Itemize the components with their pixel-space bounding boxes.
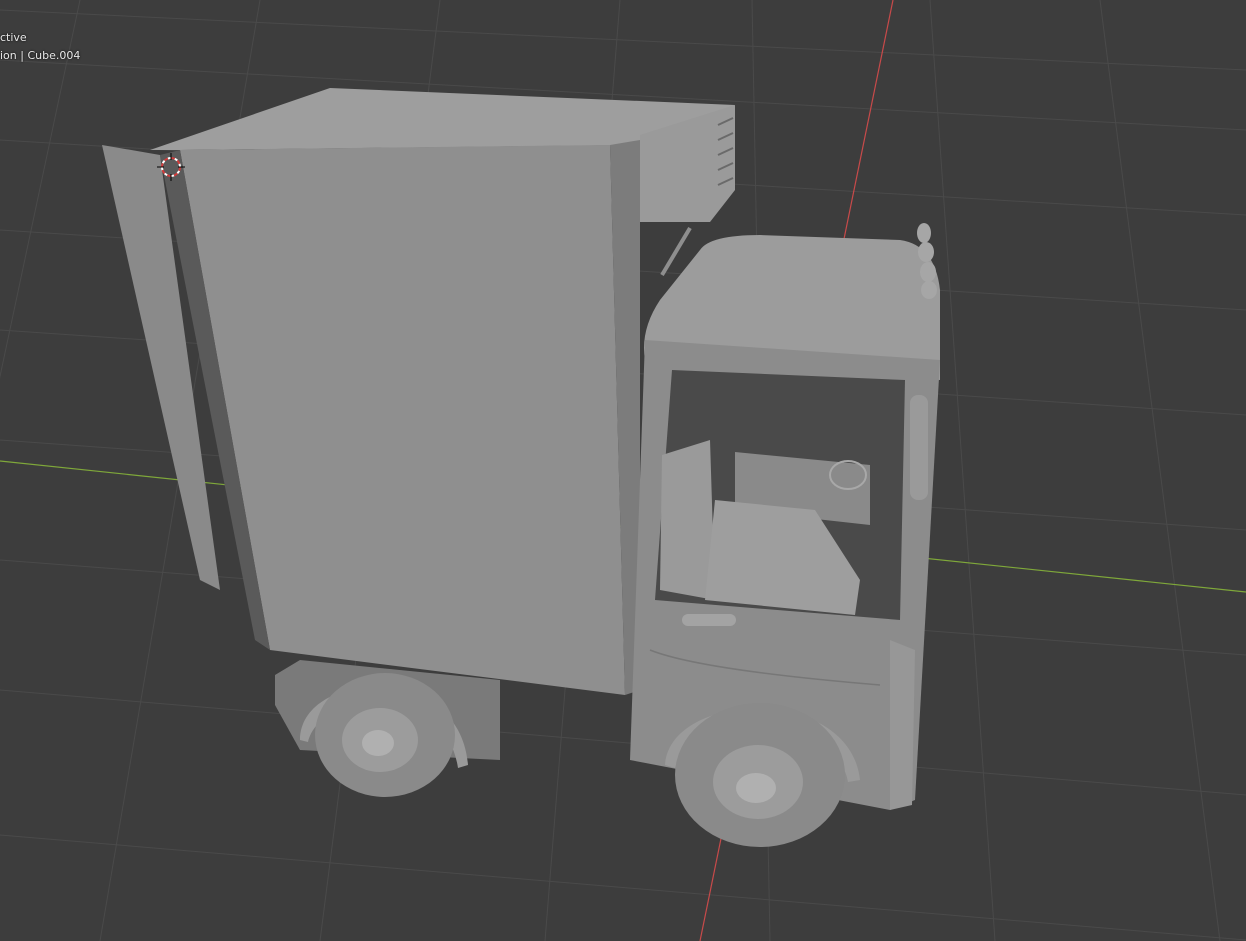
door-handle [682, 614, 736, 626]
side-mirror [910, 395, 928, 500]
rear-wheel-hub [362, 730, 394, 756]
3d-viewport[interactable] [0, 0, 1246, 941]
viewport-object-info: ion | Cube.004 [0, 49, 81, 62]
front-wheel-hub [736, 773, 776, 803]
front-bumper [890, 640, 915, 810]
viewport-mode-text: ctive [0, 31, 27, 44]
cargo-box-side [180, 145, 625, 695]
truck-model[interactable] [102, 88, 940, 847]
cab-seat-back [660, 440, 715, 600]
